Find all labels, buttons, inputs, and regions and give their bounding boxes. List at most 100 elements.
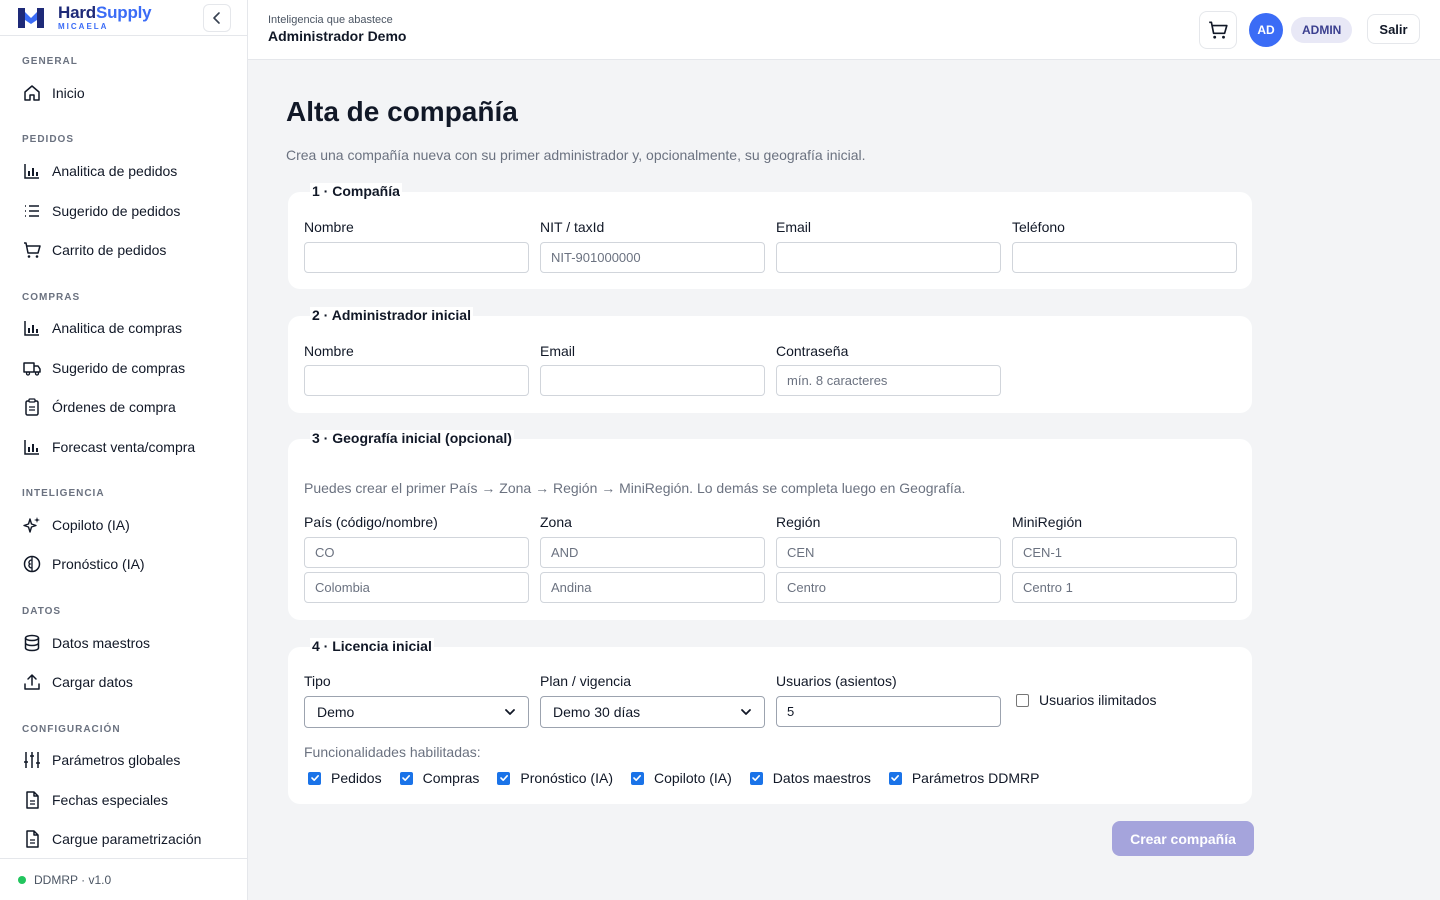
sidebar-item-analitica-compras[interactable]: Analitica de compras	[22, 316, 182, 340]
region-code-input[interactable]	[776, 537, 1001, 568]
sliders-icon	[24, 752, 40, 768]
feature-checkbox[interactable]	[888, 771, 902, 785]
nav-section-inteligencia: INTELIGENCIA	[22, 488, 105, 499]
sidebar-item-copiloto[interactable]: Copiloto (IA)	[22, 513, 130, 537]
features-label: Funcionalidades habilitadas:	[304, 744, 481, 760]
nav-section-general: GENERAL	[22, 56, 78, 67]
company-taxid-input[interactable]	[540, 242, 765, 273]
collapse-sidebar-button[interactable]	[203, 4, 231, 32]
feature-label: Copiloto (IA)	[653, 770, 732, 786]
brain-icon	[23, 555, 41, 573]
status-dot-icon	[18, 875, 26, 884]
sidebar-item-fechas-especiales[interactable]: Fechas especiales	[22, 788, 168, 812]
zone-code-input[interactable]	[540, 537, 765, 568]
brand: HardSupply MICAELA	[0, 0, 247, 36]
license-seats-label: Usuarios (asientos)	[776, 673, 897, 689]
admin-name-input[interactable]	[304, 365, 529, 396]
company-name-label: Nombre	[304, 219, 354, 235]
license-card-title: 4 · Licencia inicial	[310, 638, 434, 654]
sidebar: HardSupply MICAELA GENERAL Inicio PEDIDO…	[0, 0, 248, 900]
sidebar-item-label: Analitica de pedidos	[52, 163, 178, 179]
feature-label: Datos maestros	[772, 770, 871, 786]
header-title: Administrador Demo	[268, 28, 407, 44]
unlimited-users-checkbox-row[interactable]: Usuarios ilimitados	[1016, 692, 1156, 708]
country-label: País (código/nombre)	[304, 514, 438, 530]
sidebar-item-datos-maestros[interactable]: Datos maestros	[22, 631, 150, 655]
country-code-input[interactable]	[304, 537, 529, 568]
company-card-title: 1 · Compañía	[310, 183, 402, 199]
zone-name-input[interactable]	[540, 572, 765, 603]
bar-chart-icon	[24, 321, 39, 336]
check-icon	[500, 775, 508, 781]
admin-email-input[interactable]	[540, 365, 765, 396]
sidebar-item-parametros-globales[interactable]: Parámetros globales	[22, 748, 180, 772]
sidebar-item-sugerido-pedidos[interactable]: Sugerido de pedidos	[22, 199, 180, 223]
sidebar-item-cargar-datos[interactable]: Cargar datos	[22, 670, 133, 694]
sidebar-item-carrito-pedidos[interactable]: Carrito de pedidos	[22, 238, 166, 262]
avatar[interactable]: AD	[1249, 13, 1283, 47]
cart-icon	[24, 242, 41, 258]
admin-email-label: Email	[540, 343, 576, 359]
admin-password-input[interactable]	[776, 365, 1001, 396]
sidebar-item-label: Datos maestros	[52, 635, 151, 651]
feature-checkbox[interactable]	[399, 771, 413, 785]
company-phone-input[interactable]	[1012, 242, 1237, 273]
sidebar-item-label: Sugerido de compras	[52, 360, 186, 376]
feature-pronostico[interactable]: Pronóstico (IA)	[497, 770, 613, 786]
check-icon	[402, 775, 411, 781]
logo-icon	[18, 7, 44, 28]
feature-compras[interactable]: Compras	[399, 770, 480, 786]
miniregion-code-input[interactable]	[1012, 537, 1237, 568]
company-taxid-label: NIT / taxId	[540, 219, 605, 235]
admin-card-title: 2 · Administrador inicial	[310, 307, 473, 323]
feature-parametros-ddmrp[interactable]: Parámetros DDMRP	[888, 770, 1039, 786]
features-list: Pedidos Compras Pronóstico (IA) Copiloto…	[308, 770, 1057, 786]
miniregion-name-input[interactable]	[1012, 572, 1237, 603]
sidebar-item-pronostico[interactable]: Pronóstico (IA)	[22, 552, 145, 576]
unlimited-users-checkbox[interactable]	[1016, 693, 1029, 707]
feature-label: Pedidos	[331, 770, 382, 786]
license-plan-label: Plan / vigencia	[540, 673, 632, 689]
chevron-left-icon	[213, 12, 220, 24]
feature-copiloto[interactable]: Copiloto (IA)	[630, 770, 732, 786]
admin-name-label: Nombre	[304, 343, 354, 359]
create-company-button[interactable]: Crear compañía	[1112, 821, 1254, 856]
sidebar-item-label: Cargue parametrización	[52, 831, 202, 847]
brand-text: HardSupply MICAELA	[58, 4, 152, 31]
miniregion-label: MiniRegión	[1012, 514, 1083, 530]
sidebar-item-cargue-parametrizacion[interactable]: Cargue parametrización	[22, 827, 201, 851]
sidebar-footer: DDMRP · v1.0	[0, 858, 248, 900]
feature-checkbox[interactable]	[630, 771, 644, 785]
sidebar-item-label: Órdenes de compra	[52, 399, 176, 415]
admin-password-label: Contraseña	[776, 343, 849, 359]
license-plan-select[interactable]: Demo 30 días	[540, 696, 765, 728]
region-name-input[interactable]	[776, 572, 1001, 603]
sidebar-item-label: Sugerido de pedidos	[52, 203, 181, 219]
feature-checkbox[interactable]	[749, 771, 763, 785]
page-description: Crea una compañía nueva con su primer ad…	[286, 147, 866, 163]
feature-checkbox[interactable]	[497, 771, 511, 785]
license-type-select[interactable]: Demo	[304, 696, 529, 728]
logout-button[interactable]: Salir	[1367, 14, 1420, 44]
sidebar-item-sugerido-compras[interactable]: Sugerido de compras	[22, 356, 185, 380]
company-card: 1 · Compañía Nombre NIT / taxId Email Te…	[288, 183, 1252, 289]
sidebar-item-forecast[interactable]: Forecast venta/compra	[22, 435, 195, 459]
sidebar-item-inicio[interactable]: Inicio	[22, 81, 85, 105]
list-icon	[25, 205, 39, 217]
company-email-input[interactable]	[776, 242, 1001, 273]
top-header: Inteligencia que abastece Administrador …	[248, 0, 1440, 60]
geography-card: 3 · Geografía inicial (opcional) Puedes …	[288, 430, 1252, 620]
cart-button[interactable]	[1199, 11, 1237, 49]
company-name-input[interactable]	[304, 242, 529, 273]
sidebar-item-ordenes-compra[interactable]: Órdenes de compra	[22, 395, 176, 419]
feature-datos-maestros[interactable]: Datos maestros	[749, 770, 871, 786]
sparkles-icon	[23, 517, 40, 533]
nav-section-pedidos: PEDIDOS	[22, 134, 75, 145]
license-seats-input[interactable]	[776, 696, 1001, 727]
feature-checkbox[interactable]	[308, 771, 321, 785]
feature-pedidos[interactable]: Pedidos	[308, 770, 382, 786]
chevron-down-icon	[505, 709, 515, 715]
feature-label: Compras	[422, 770, 480, 786]
sidebar-item-analitica-pedidos[interactable]: Analitica de pedidos	[22, 159, 177, 183]
country-name-input[interactable]	[304, 572, 529, 603]
